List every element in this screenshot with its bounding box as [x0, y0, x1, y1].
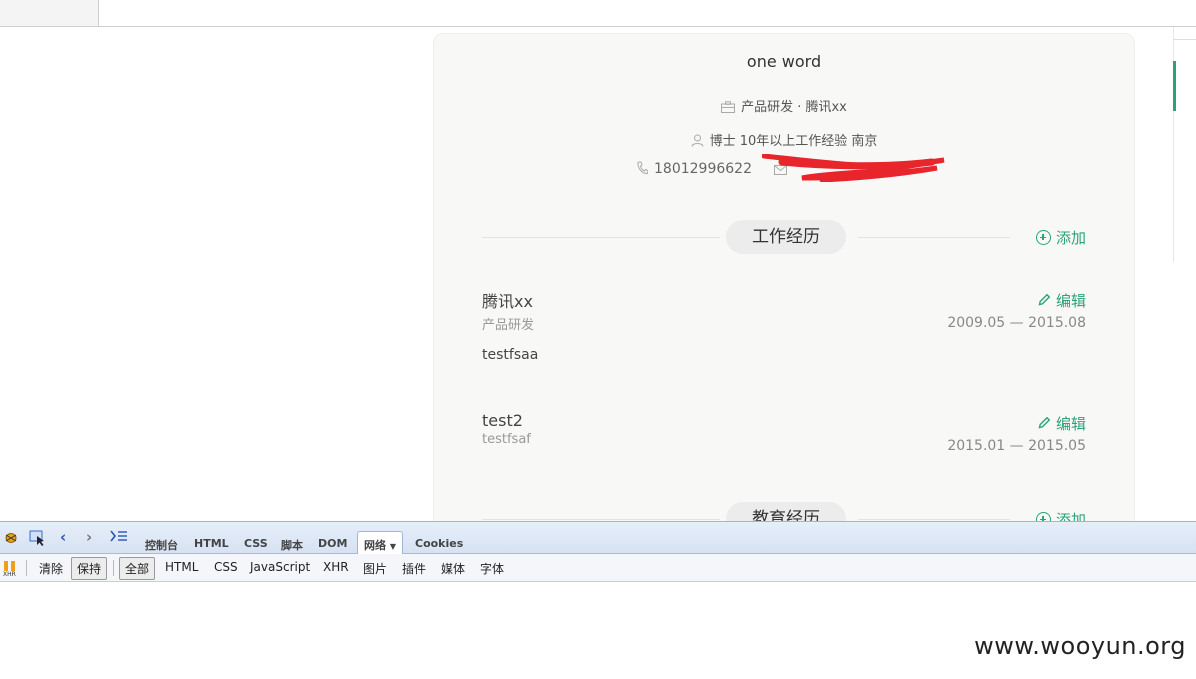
tab-network-label: 网络	[364, 539, 386, 552]
phone-icon	[637, 161, 649, 179]
pencil-icon	[1038, 415, 1056, 433]
tab-script[interactable]: 脚本	[281, 537, 303, 553]
job-entry: 腾讯xx 产品研发 testfsaa 编辑 2009.05 — 2015.08	[482, 288, 1086, 363]
job-dates: 2009.05 — 2015.08	[947, 315, 1086, 331]
resume-card: one word 产品研发 · 腾讯xx 博士 10年以上工作经验 南京 180…	[433, 33, 1135, 521]
add-education-button[interactable]: 添加	[1035, 509, 1086, 521]
redaction-scribble	[762, 154, 945, 182]
filter-javascript[interactable]: JavaScript	[250, 560, 310, 574]
job-dates: 2015.01 — 2015.05	[947, 438, 1086, 454]
filter-css[interactable]: CSS	[214, 560, 238, 574]
job-entry: test2 testfsaf 编辑 2015.01 — 2015.05	[482, 411, 1086, 454]
profile-name: one word	[746, 52, 822, 71]
watermark: www.wooyun.org	[974, 632, 1186, 660]
tab-console[interactable]: 控制台	[145, 537, 178, 553]
work-section-header: 工作经历 添加	[482, 220, 1086, 254]
tab-html[interactable]: HTML	[194, 537, 229, 550]
job-desc: testfsaa	[482, 347, 539, 363]
command-line-icon[interactable]	[110, 530, 128, 546]
filter-html[interactable]: HTML	[165, 560, 198, 574]
add-education-label: 添加	[1055, 511, 1086, 521]
job-line: 产品研发 · 腾讯xx	[434, 96, 1134, 117]
edu-line-text: 博士 10年以上工作经验 南京	[709, 134, 878, 149]
chevron-down-icon: ▼	[389, 542, 396, 551]
add-work-label: 添加	[1055, 229, 1086, 247]
divider	[1173, 39, 1196, 40]
divider	[482, 519, 720, 520]
clear-button[interactable]: 清除	[39, 560, 63, 577]
tab-dom[interactable]: DOM	[318, 537, 347, 550]
filter-all[interactable]: 全部	[119, 557, 156, 580]
tab-network[interactable]: 网络 ▼	[357, 531, 403, 555]
edit-job-button[interactable]: 编辑	[1038, 290, 1086, 311]
inspect-icon[interactable]	[29, 530, 47, 550]
pencil-icon	[1038, 292, 1056, 310]
divider	[26, 560, 27, 576]
network-filter-bar: XHR 清除 保持 全部 HTML CSS JavaScript XHR 图片 …	[0, 554, 1196, 582]
edit-job-button[interactable]: 编辑	[1038, 413, 1086, 434]
persist-button[interactable]: 保持	[71, 557, 108, 580]
tab-cookies[interactable]: Cookies	[415, 537, 463, 550]
edit-label: 编辑	[1055, 415, 1086, 433]
person-icon	[691, 134, 704, 151]
back-icon[interactable]: ‹	[60, 528, 66, 546]
firebug-icon[interactable]	[3, 530, 19, 548]
divider	[858, 237, 1010, 238]
filter-plugins[interactable]: 插件	[402, 560, 426, 577]
divider	[858, 519, 1010, 520]
edu-line: 博士 10年以上工作经验 南京	[434, 130, 1134, 151]
job-company: test2	[482, 411, 523, 430]
divider	[113, 560, 114, 576]
add-work-button[interactable]: 添加	[1035, 227, 1086, 248]
browser-tab[interactable]	[0, 0, 99, 26]
pause-icon[interactable]: XHR	[3, 560, 17, 580]
tab-css[interactable]: CSS	[244, 537, 268, 550]
browser-top-bar	[0, 0, 1196, 27]
education-section-title: 教育经历	[726, 502, 846, 521]
edit-label: 编辑	[1055, 292, 1086, 310]
briefcase-icon	[721, 101, 736, 117]
forward-icon[interactable]: ›	[86, 528, 92, 546]
filter-images[interactable]: 图片	[363, 560, 387, 577]
filter-xhr[interactable]: XHR	[323, 560, 349, 574]
job-line-text: 产品研发 · 腾讯xx	[741, 100, 847, 115]
svg-text:XHR: XHR	[3, 571, 16, 576]
filter-media[interactable]: 媒体	[441, 560, 465, 577]
work-section-title: 工作经历	[726, 220, 846, 254]
scrollbar-thumb[interactable]	[1173, 61, 1176, 111]
plus-circle-icon	[1035, 230, 1051, 245]
education-section-header: 教育经历 添加	[482, 502, 1086, 521]
divider	[482, 237, 720, 238]
phone-number: 18012996622	[654, 161, 752, 177]
devtools-tab-bar: ‹ › 控制台 HTML CSS 脚本 DOM 网络 ▼ Cookies	[0, 521, 1196, 555]
plus-circle-icon	[1035, 512, 1051, 521]
job-company: 腾讯xx	[482, 292, 533, 311]
page-content: one word 产品研发 · 腾讯xx 博士 10年以上工作经验 南京 180…	[0, 27, 1196, 521]
filter-fonts[interactable]: 字体	[480, 560, 504, 577]
devtools-panel: ‹ › 控制台 HTML CSS 脚本 DOM 网络 ▼ Cookies XHR…	[0, 521, 1196, 583]
